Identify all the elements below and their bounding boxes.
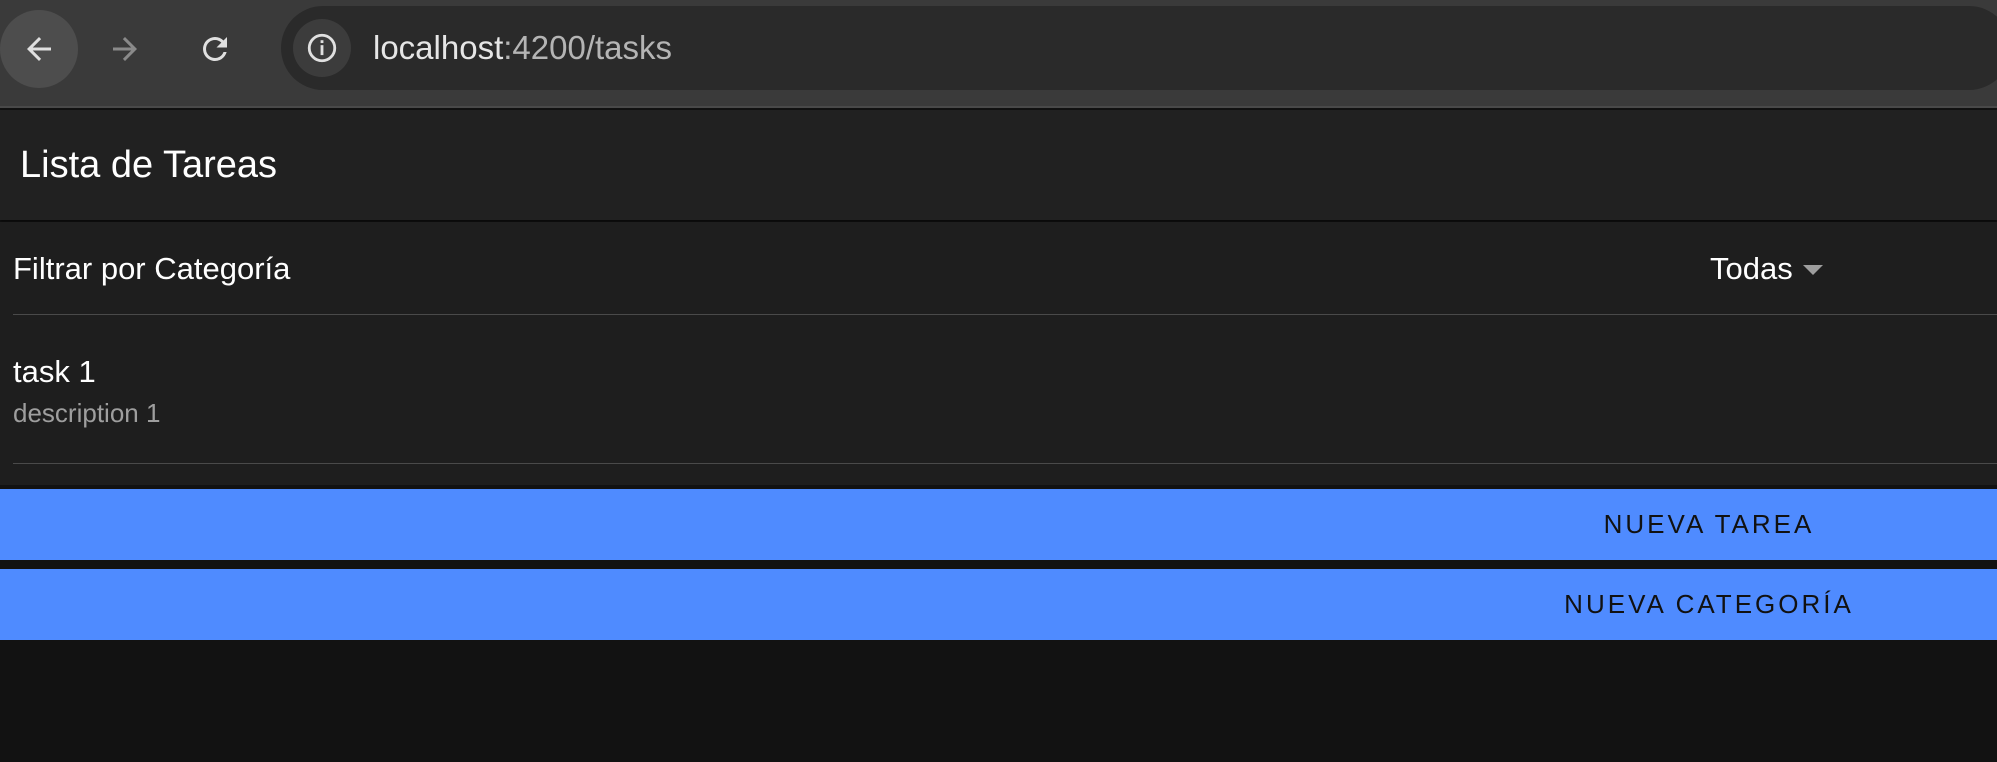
category-filter-row: Filtrar por Categoría Todas: [13, 222, 1997, 315]
task-list-card: Filtrar por Categoría Todas task 1 descr…: [0, 222, 1997, 485]
browser-toolbar: localhost:4200/tasks: [0, 0, 1997, 108]
task-description: description 1: [13, 398, 161, 428]
site-info-button[interactable]: [293, 19, 351, 77]
new-category-button[interactable]: NUEVA CATEGORÍA: [0, 569, 1997, 640]
forward-button[interactable]: [86, 10, 164, 88]
app-toolbar: Lista de Tareas: [0, 110, 1997, 220]
url-host: localhost: [373, 29, 504, 66]
back-button[interactable]: [0, 10, 78, 88]
task-title: task 1: [13, 354, 96, 389]
new-task-button[interactable]: NUEVA TAREA: [0, 489, 1997, 560]
task-list-item[interactable]: task 1 description 1: [13, 316, 1997, 464]
dropdown-caret-icon: [1802, 264, 1823, 275]
arrow-left-icon: [27, 37, 51, 61]
category-filter-value: Todas: [1710, 250, 1793, 286]
arrow-right-icon: [113, 37, 137, 61]
category-filter-label: Filtrar por Categoría: [13, 251, 291, 286]
address-bar[interactable]: localhost:4200/tasks: [281, 6, 1997, 90]
url-text[interactable]: localhost:4200/tasks: [373, 6, 672, 90]
new-task-button-label: NUEVA TAREA: [1603, 509, 1815, 539]
new-category-button-label: NUEVA CATEGORÍA: [1564, 589, 1854, 619]
page-title: Lista de Tareas: [20, 144, 278, 186]
info-icon: [307, 33, 337, 63]
reload-icon: [203, 37, 227, 61]
reload-button[interactable]: [176, 10, 254, 88]
category-filter-select[interactable]: Todas: [1710, 222, 1823, 315]
url-path: :4200/tasks: [503, 29, 673, 66]
